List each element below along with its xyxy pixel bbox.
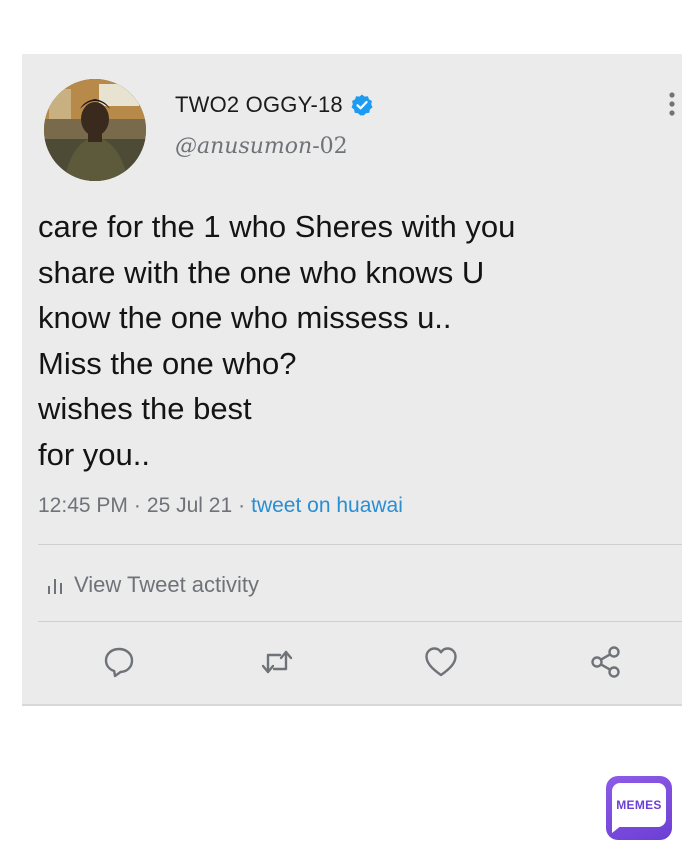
avatar[interactable] — [44, 79, 146, 181]
tweet-meta: 12:45 PM · 25 Jul 21 · tweet on huawai — [38, 494, 403, 518]
view-tweet-activity-label: View Tweet activity — [74, 572, 260, 597]
like-icon[interactable] — [423, 644, 459, 680]
meta-separator: · — [133, 494, 141, 517]
retweet-icon[interactable] — [259, 644, 295, 680]
divider — [38, 621, 682, 622]
view-tweet-activity-button[interactable]: View Tweet activity — [46, 570, 259, 600]
tweet-date: 25 Jul 21 — [146, 494, 233, 517]
tweet-line: for you.. — [38, 436, 150, 472]
tweet-line: know the one who missess u.. — [38, 300, 452, 335]
tweet-time: 12:45 PM — [38, 494, 128, 517]
tweet-line: Miss the one who? — [38, 345, 297, 381]
memes-logo-tail — [612, 825, 622, 833]
handle-prefix: @anusumon — [175, 134, 313, 159]
memes-logo-text: MEMES — [612, 783, 666, 827]
tweet-text: care for the 1 who Sheres with you share… — [38, 204, 658, 477]
verified-badge-icon — [351, 94, 373, 116]
display-name[interactable]: TWO2 OGGY-18 — [175, 92, 343, 118]
card-bottom-border — [22, 704, 682, 706]
tweet-action-bar — [22, 640, 682, 684]
memes-watermark-logo: MEMES — [606, 776, 672, 840]
handle-suffix: -02 — [312, 134, 348, 159]
tweet-source-link[interactable]: tweet on huawai — [251, 494, 403, 517]
reply-icon[interactable] — [101, 644, 137, 680]
tweet-line: wishes the best — [38, 391, 252, 426]
tweet-line: care for the 1 who Sheres with you — [38, 209, 516, 244]
avatar-photo — [44, 79, 146, 181]
tweet-line: share with the one who knows U — [38, 254, 485, 290]
author-handle[interactable]: @anusumon-02 — [175, 134, 348, 159]
meta-separator: · — [238, 494, 246, 517]
bar-chart-icon — [48, 579, 62, 594]
share-icon[interactable] — [588, 644, 624, 680]
divider — [38, 544, 682, 545]
more-vertical-icon[interactable] — [667, 90, 677, 120]
author-name-row[interactable]: TWO2 OGGY-18 — [175, 90, 374, 120]
